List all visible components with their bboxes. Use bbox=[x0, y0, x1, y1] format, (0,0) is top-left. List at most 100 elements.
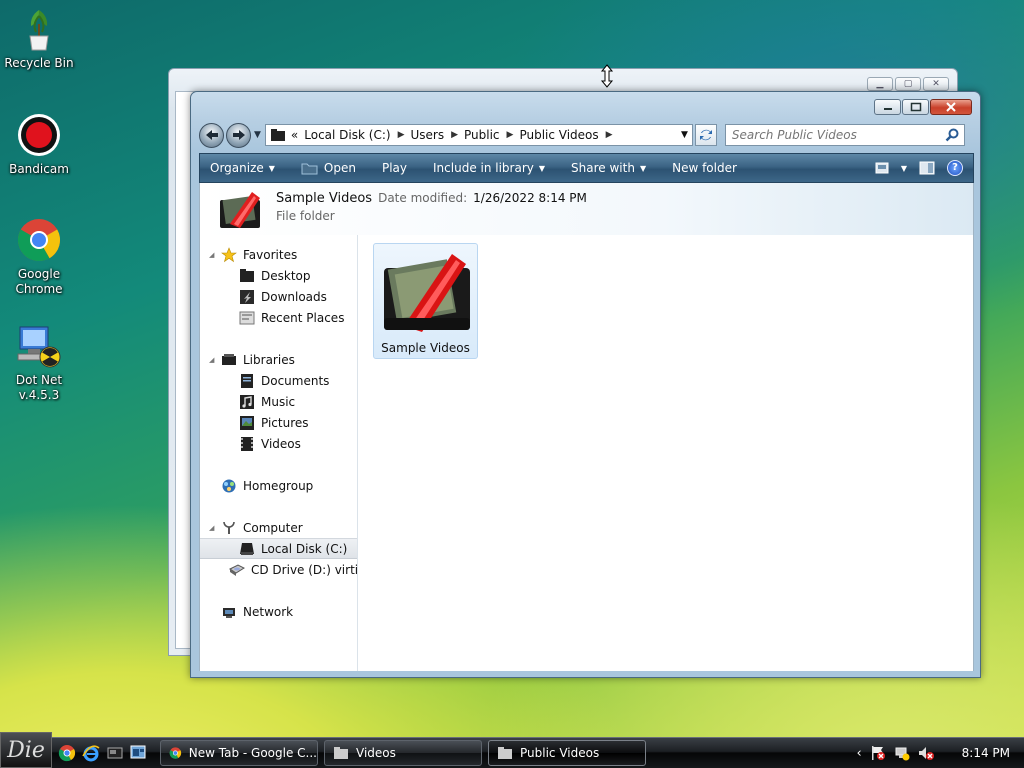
file-list[interactable]: Sample Videos bbox=[358, 235, 974, 671]
breadcrumb-overflow[interactable]: « bbox=[291, 128, 298, 142]
nav-item-desktop[interactable]: Desktop bbox=[200, 265, 357, 286]
chevron-down-icon: ▼ bbox=[268, 163, 275, 173]
nav-item-label: Desktop bbox=[261, 268, 311, 283]
nav-item-network[interactable]: Network bbox=[200, 601, 357, 622]
breadcrumb-users[interactable]: Users bbox=[410, 128, 444, 142]
desktop-icon-recycle-bin[interactable]: Recycle Bin bbox=[4, 6, 74, 71]
clock[interactable]: 8:14 PM bbox=[962, 746, 1010, 760]
breadcrumb-public-videos[interactable]: Public Videos bbox=[519, 128, 598, 142]
back-button[interactable] bbox=[199, 122, 224, 148]
organize-button[interactable]: Organize ▼ bbox=[200, 154, 291, 182]
change-view-icon[interactable] bbox=[875, 162, 889, 174]
pictures-icon bbox=[240, 415, 254, 430]
breadcrumb-chevron-icon[interactable]: ▶ bbox=[507, 130, 514, 140]
nav-item-homegroup[interactable]: Homegroup bbox=[200, 475, 357, 496]
desktop-icon-google-chrome[interactable]: Google Chrome bbox=[4, 217, 74, 297]
nav-item-computer[interactable]: ◢ Computer bbox=[200, 517, 357, 538]
system-tray: ‹ 8:14 PM bbox=[856, 738, 1024, 768]
nav-item-label: Computer bbox=[243, 520, 303, 535]
chrome-icon bbox=[169, 747, 182, 759]
documents-icon bbox=[241, 373, 253, 388]
expand-chevron-icon[interactable]: ◢ bbox=[209, 524, 219, 532]
help-icon[interactable]: ? bbox=[947, 160, 963, 176]
search-box[interactable] bbox=[724, 124, 965, 146]
taskbar-button-label: New Tab - Google C... bbox=[188, 746, 317, 760]
desktop-icon-dot-net[interactable]: Dot Net v.4.5.3 bbox=[4, 323, 74, 403]
nav-item-label: CD Drive (D:) virtio-w bbox=[251, 562, 358, 577]
refresh-icon bbox=[699, 129, 712, 141]
expand-chevron-icon[interactable]: ◢ bbox=[209, 251, 219, 259]
show-desktop-icon[interactable] bbox=[106, 744, 124, 762]
taskbar-button-public-videos[interactable]: Public Videos bbox=[488, 740, 646, 766]
close-button[interactable] bbox=[930, 99, 972, 115]
nav-item-documents[interactable]: Documents bbox=[200, 370, 357, 391]
videos-icon bbox=[241, 436, 253, 451]
close-icon bbox=[946, 102, 956, 112]
breadcrumb-chevron-icon[interactable]: ▶ bbox=[606, 130, 613, 140]
taskbar-button-chrome[interactable]: New Tab - Google C... bbox=[160, 740, 318, 766]
taskbar-button-label: Public Videos bbox=[520, 746, 600, 760]
recent-pages-chevron-down-icon[interactable]: ▼ bbox=[254, 130, 261, 140]
action-center-flag-icon[interactable] bbox=[870, 745, 886, 761]
recent-places-icon bbox=[239, 311, 255, 324]
explorer-window[interactable]: ▼ « Local Disk (C:) ▶ Users ▶ Public ▶ P… bbox=[190, 91, 981, 678]
nav-item-downloads[interactable]: Downloads bbox=[200, 286, 357, 307]
network-icon bbox=[223, 607, 235, 618]
selected-item-summary: Sample Videos Date modified: 1/26/2022 8:1… bbox=[276, 191, 587, 206]
minimize-button[interactable]: ▁ bbox=[867, 77, 893, 91]
nav-item-pictures[interactable]: Pictures bbox=[200, 412, 357, 433]
nav-item-music[interactable]: Music bbox=[200, 391, 357, 412]
chrome-icon[interactable] bbox=[58, 744, 76, 762]
search-input[interactable] bbox=[731, 128, 937, 142]
nav-item-favorites[interactable]: ◢ Favorites bbox=[200, 244, 357, 265]
desktop-icon-bandicam[interactable]: Bandicam bbox=[4, 112, 74, 177]
folder-item-sample-videos[interactable]: Sample Videos bbox=[373, 243, 478, 359]
forward-button[interactable] bbox=[226, 122, 251, 148]
computer-icon bbox=[223, 521, 235, 534]
search-icon[interactable] bbox=[945, 128, 959, 142]
nav-item-label: Music bbox=[261, 394, 296, 409]
view-options-chevron-down-icon[interactable]: ▼ bbox=[901, 164, 907, 173]
internet-explorer-icon[interactable] bbox=[82, 744, 100, 762]
start-button[interactable]: Die bbox=[0, 732, 52, 768]
maximize-button[interactable] bbox=[902, 99, 929, 115]
network-status-icon[interactable] bbox=[894, 745, 910, 761]
play-button[interactable]: Play bbox=[372, 154, 423, 182]
nav-item-libraries[interactable]: ◢ Libraries bbox=[200, 349, 357, 370]
volume-muted-icon[interactable] bbox=[918, 745, 934, 761]
star-icon bbox=[221, 246, 237, 262]
show-hidden-icons-chevron-left-icon[interactable]: ‹ bbox=[856, 746, 861, 761]
new-folder-button[interactable]: New folder bbox=[662, 154, 753, 182]
nav-item-videos[interactable]: Videos bbox=[200, 433, 357, 454]
address-history-chevron-down-icon[interactable]: ▼ bbox=[681, 130, 688, 140]
nav-item-recent-places[interactable]: Recent Places bbox=[200, 307, 357, 328]
share-with-button[interactable]: Share with ▼ bbox=[561, 154, 662, 182]
nav-item-cd-drive[interactable]: CD Drive (D:) virtio-w bbox=[200, 559, 357, 580]
breadcrumb-chevron-icon[interactable]: ▶ bbox=[451, 130, 458, 140]
breadcrumb-public[interactable]: Public bbox=[464, 128, 500, 142]
include-in-library-label: Include in library bbox=[433, 161, 534, 175]
breadcrumb-chevron-icon[interactable]: ▶ bbox=[398, 130, 405, 140]
resize-vertical-cursor-icon bbox=[600, 64, 614, 88]
folder-item-label: Sample Videos bbox=[381, 341, 470, 355]
taskbar-button-videos[interactable]: Videos bbox=[324, 740, 482, 766]
maximize-button[interactable]: ▢ bbox=[895, 77, 921, 91]
desktop-icon-label: Recycle Bin bbox=[4, 56, 74, 70]
date-modified-value: 1/26/2022 8:14 PM bbox=[473, 191, 587, 205]
installer-icon bbox=[17, 326, 61, 368]
close-button[interactable]: ✕ bbox=[923, 77, 949, 91]
switch-windows-icon[interactable] bbox=[130, 744, 148, 762]
breadcrumb-local-disk[interactable]: Local Disk (C:) bbox=[304, 128, 390, 142]
expand-chevron-icon[interactable]: ◢ bbox=[209, 356, 219, 364]
preview-pane-icon[interactable] bbox=[919, 161, 935, 175]
nav-item-local-disk[interactable]: Local Disk (C:) bbox=[200, 538, 357, 559]
minimize-button[interactable] bbox=[874, 99, 901, 115]
refresh-button[interactable] bbox=[694, 124, 717, 146]
address-bar[interactable]: « Local Disk (C:) ▶ Users ▶ Public ▶ Pub… bbox=[264, 124, 693, 146]
nav-item-label: Homegroup bbox=[243, 478, 314, 493]
hard-drive-icon bbox=[240, 542, 254, 555]
include-in-library-button[interactable]: Include in library ▼ bbox=[423, 154, 561, 182]
open-button[interactable]: Open bbox=[291, 154, 372, 182]
recycle-bin-icon bbox=[29, 10, 49, 51]
navigation-row: ▼ « Local Disk (C:) ▶ Users ▶ Public ▶ P… bbox=[199, 122, 972, 148]
